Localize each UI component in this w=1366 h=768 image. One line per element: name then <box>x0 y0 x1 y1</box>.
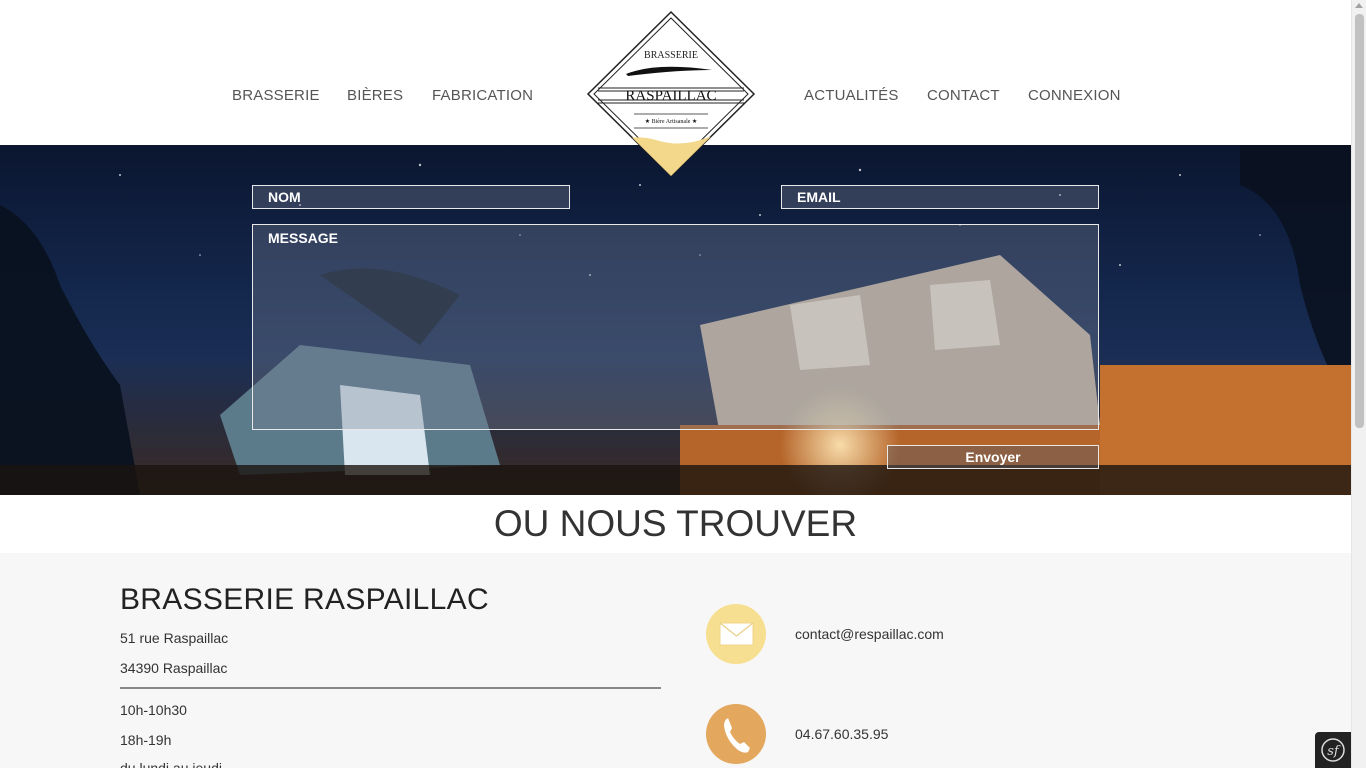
info-section: BRASSERIE RASPAILLAC 51 rue Raspaillac 3… <box>0 553 1351 768</box>
email-placeholder: EMAIL <box>797 189 841 205</box>
message-textarea[interactable]: MESSAGE <box>252 224 1099 430</box>
divider <box>120 687 661 689</box>
logo-name: RASPAILLAC <box>625 88 716 104</box>
hours-line-1: 10h-10h30 <box>120 702 187 718</box>
nav-contact[interactable]: CONTACT <box>927 87 1000 104</box>
nav-brasserie[interactable]: BRASSERIE <box>232 87 320 104</box>
name-placeholder: NOM <box>268 189 301 205</box>
logo-top-text: BRASSERIE <box>644 50 698 61</box>
page-scrollbar[interactable] <box>1351 0 1366 768</box>
section-title: OU NOUS TROUVER <box>0 495 1351 553</box>
nav-actualites[interactable]: ACTUALITÉS <box>804 87 899 104</box>
brewery-heading: BRASSERIE RASPAILLAC <box>120 583 489 616</box>
scroll-up-arrow-icon[interactable] <box>1355 3 1363 8</box>
symfony-icon[interactable]: sf <box>1315 732 1351 768</box>
send-button[interactable]: Envoyer <box>887 445 1099 469</box>
contact-hero: NOM EMAIL MESSAGE Envoyer <box>0 145 1351 495</box>
contact-phone[interactable]: 04.67.60.35.95 <box>795 726 888 742</box>
email-input[interactable]: EMAIL <box>781 185 1099 209</box>
nav-bieres[interactable]: BIÈRES <box>347 87 403 104</box>
nav-fabrication[interactable]: FABRICATION <box>432 87 533 104</box>
svg-text:sf: sf <box>1327 744 1341 759</box>
logo-subtitle: ★ Bière Artisanale ★ <box>645 118 698 125</box>
nav-connexion[interactable]: CONNEXION <box>1028 87 1121 104</box>
days-line: du lundi au jeudi <box>120 760 222 768</box>
hours-line-2: 18h-19h <box>120 732 172 748</box>
phone-icon <box>706 704 766 764</box>
message-placeholder: MESSAGE <box>268 230 339 246</box>
envelope-icon <box>706 604 766 664</box>
address-line-1: 51 rue Raspaillac <box>120 630 229 646</box>
address-line-2: 34390 Raspaillac <box>120 660 228 676</box>
name-input[interactable]: NOM <box>252 185 570 209</box>
scroll-thumb[interactable] <box>1355 14 1364 428</box>
brand-logo[interactable]: BRASSERIE RASPAILLAC ★ Bière Artisanale … <box>586 10 756 178</box>
contact-email[interactable]: contact@respaillac.com <box>795 626 944 642</box>
